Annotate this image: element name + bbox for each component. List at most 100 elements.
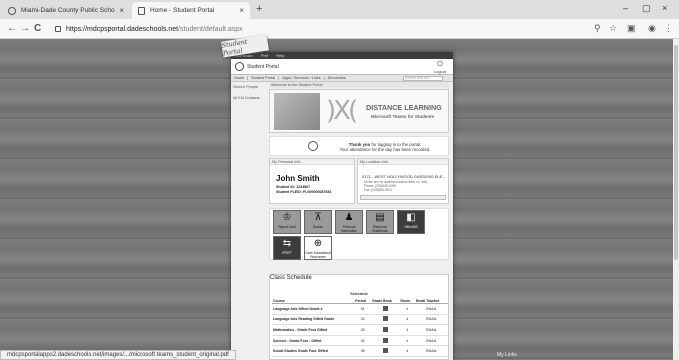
table-row: Science - Grade Four - Gifted 04 4 EMAIL: [272, 335, 448, 347]
close-tab-icon[interactable]: ×: [119, 6, 124, 15]
gradebook-cell[interactable]: [371, 345, 400, 357]
room-cell: 4: [399, 324, 415, 336]
portal-sidebar: Search People All Kid Contacts: [231, 82, 267, 352]
lock-icon: [55, 26, 61, 32]
banner-title: DISTANCE LEARNING: [366, 103, 442, 112]
footer-links[interactable]: My Links: [497, 352, 517, 358]
sidebar-item-search-people[interactable]: Search People: [233, 85, 265, 89]
portal-title: Student Portal: [247, 64, 279, 70]
zoom-icon[interactable]: ⚲: [594, 23, 601, 34]
gradebook-icon: [382, 337, 388, 343]
help-link[interactable]: Help: [276, 53, 284, 58]
district-logo-icon: [235, 62, 244, 71]
address-bar: ← → C https://mdcpsportal.dadeschools.ne…: [0, 19, 679, 39]
back-button[interactable]: ←: [7, 23, 17, 34]
tab-title: Home - Student Portal: [150, 7, 215, 14]
student-photo: [274, 93, 320, 130]
tile-report-card[interactable]: ♔ Report Card: [273, 210, 301, 234]
tab-mdcps[interactable]: Miami-Dade County Public Scho ×: [2, 2, 130, 19]
close-window-button[interactable]: ×: [662, 3, 667, 13]
menu-icon[interactable]: ⋮: [664, 23, 673, 34]
portal-main: Welcome to the Student Portal: [269, 82, 449, 88]
link-status-bar: mdcpsportalapps2.dadeschools.net/images/…: [0, 350, 236, 360]
course-name: Language Arts Gifted Grade 4: [272, 303, 355, 315]
location-info-card: My Location Info 5171 - WEST HOLLYWOOD G…: [357, 158, 449, 204]
power-icon: ⏻: [437, 61, 443, 68]
close-tab-icon[interactable]: ×: [239, 6, 244, 15]
course-name: Social Studies Grade Four Gifted: [272, 345, 355, 357]
course-name: Mathematics - Grade Four Gifted: [272, 324, 355, 336]
email-link[interactable]: EMAIL: [414, 335, 448, 347]
attendance-message: Thank you for logging in to the portal. …: [269, 136, 449, 156]
profile-icon[interactable]: ◉: [648, 23, 656, 34]
location-scrollbar[interactable]: [360, 195, 446, 200]
class-schedule-card: Class Schedule Schedule Course Period Gr…: [269, 274, 449, 360]
student-portal-panel: Site Index Pref Help Student Portal ⏻ Lo…: [231, 52, 453, 360]
banner-subtitle: Microsoft Teams for Students: [371, 114, 435, 119]
url-field[interactable]: https://mdcpsportal.dadeschools.net/stud…: [55, 22, 610, 36]
portal-menu: Home | Student Portal | Apps / Services / …: [231, 75, 453, 82]
menu-item-home[interactable]: Home: [234, 76, 244, 80]
table-row: Mathematics - Grade Four Gifted 03 4 EMA…: [272, 324, 448, 336]
email-link[interactable]: EMAIL: [414, 345, 448, 357]
tile-electronic-gradebook[interactable]: ▤ Electronic Gradebook: [366, 210, 394, 234]
tile-personal-information[interactable]: ♟ Personal Information: [335, 210, 363, 234]
school-name[interactable]: 5171 - WEST HOLLYWOOD GARDENS ELE...: [362, 174, 446, 179]
gradebook-cell[interactable]: [371, 335, 400, 347]
app-tiles: ♔ Report Card ⊼ Scores ♟ Personal Informati…: [269, 208, 449, 260]
tile-scores[interactable]: ⊼ Scores: [304, 210, 332, 234]
menu-item-student-portal[interactable]: Student Portal: [251, 76, 275, 80]
maximize-button[interactable]: ▢: [642, 3, 651, 14]
gradebook-cell[interactable]: [371, 314, 400, 326]
course-name: Language Arts Reading Gifted Grade: [272, 314, 355, 326]
period-cell: 02: [354, 314, 372, 326]
pref-link[interactable]: Pref: [261, 53, 268, 58]
room-cell: 4: [399, 314, 415, 326]
breadcrumb: Welcome to the Student Portal: [269, 82, 449, 88]
tile-oer[interactable]: ⊕ Open Educational Resources: [304, 236, 332, 260]
portal-top-strip: Site Index Pref Help: [231, 52, 453, 59]
tile-office365[interactable]: ◧ Office365: [397, 210, 425, 234]
personal-info-header: My Personal Info: [270, 159, 354, 165]
room-cell: 4: [399, 335, 415, 347]
browser-tab-bar: Miami-Dade County Public Scho × Home - S…: [0, 0, 679, 19]
reload-button[interactable]: C: [34, 23, 41, 34]
forward-button[interactable]: →: [20, 23, 30, 34]
email-link[interactable]: EMAIL: [414, 314, 448, 326]
table-row: Language Arts Reading Gifted Grade 02 4 …: [272, 314, 448, 326]
portal-logo-icon: [308, 141, 318, 151]
logout-button[interactable]: ⏻ Logout: [433, 61, 447, 74]
sidebar-item-kid-contacts[interactable]: All Kid Contacts: [233, 96, 265, 100]
portal-header: Student Portal ⏻ Logout: [231, 59, 453, 75]
gradebook-icon: [382, 326, 388, 332]
office365-icon: ◧: [406, 212, 416, 223]
course-name: Science - Grade Four - Gifted: [272, 335, 355, 347]
location-info-header: My Location Info: [358, 159, 448, 165]
table-row: Language Arts Gifted Grade 4 01 4 EMAIL: [272, 303, 448, 315]
tab-student-portal[interactable]: Home - Student Portal ×: [132, 2, 250, 19]
email-link[interactable]: EMAIL: [414, 303, 448, 315]
gradebook-cell[interactable]: [371, 324, 400, 336]
portal-search-input[interactable]: Search this site...: [403, 76, 443, 81]
new-tab-button[interactable]: +: [256, 3, 262, 15]
menu-item-directories[interactable]: Directories: [328, 76, 346, 80]
class-schedule-header: Class Schedule: [270, 275, 312, 281]
period-cell: 03: [354, 324, 372, 336]
extension-icon[interactable]: ▣: [627, 23, 636, 34]
minimize-button[interactable]: –: [623, 3, 628, 13]
tile-iprep[interactable]: ⇆ iPREP: [273, 236, 301, 260]
menu-item-apps[interactable]: Apps / Services / Links: [282, 76, 320, 80]
scrollbar-thumb[interactable]: [674, 45, 678, 260]
distance-learning-banner[interactable]: )X( DISTANCE LEARNING Microsoft Teams fo…: [269, 89, 449, 133]
logout-label: Logout: [433, 69, 447, 74]
teams-arc-graphic: )X(: [326, 96, 358, 126]
report-card-icon: ♔: [282, 212, 292, 223]
period-cell: 04: [354, 335, 372, 347]
school-address: Under see for address location data, no.…: [364, 180, 427, 192]
email-link[interactable]: EMAIL: [414, 324, 448, 336]
globe-icon: [8, 6, 16, 15]
personal-info-icon: ♟: [344, 212, 354, 223]
star-icon[interactable]: ☆: [609, 23, 617, 34]
personal-info-card: My Personal Info John Smith Student ID: …: [269, 158, 355, 204]
gradebook-cell[interactable]: [371, 303, 400, 315]
